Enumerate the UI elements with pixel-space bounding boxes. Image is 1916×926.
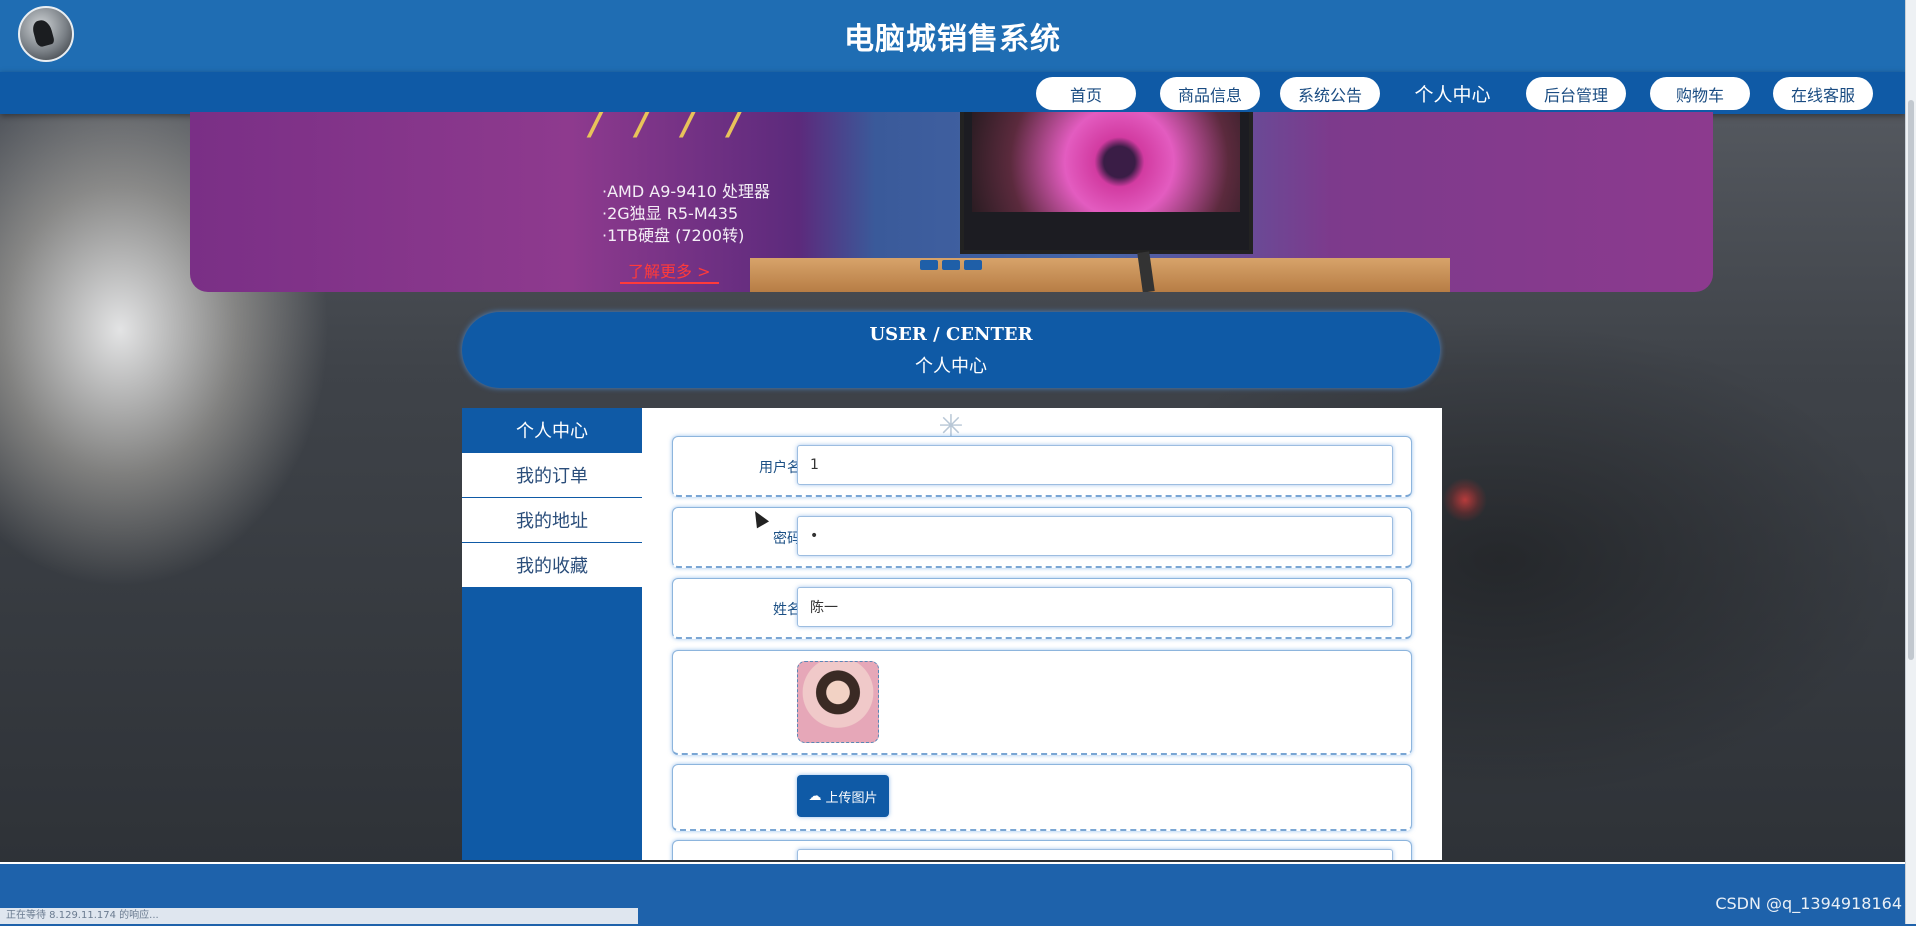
username-row: 用户名 1 [672, 436, 1412, 497]
sidebar-item-favorites[interactable]: 我的收藏 [462, 543, 642, 587]
user-sidebar: 个人中心 我的订单 我的地址 我的收藏 [462, 408, 642, 860]
browser-status-bar: 正在等待 8.129.11.174 的响应... [0, 908, 638, 924]
nav-products[interactable]: 商品信息 [1160, 77, 1260, 110]
carousel-dot[interactable] [920, 260, 938, 270]
nav-cart[interactable]: 购物车 [1650, 77, 1750, 110]
name-row: 姓名 陈一 [672, 578, 1412, 639]
carousel-dot[interactable] [942, 260, 960, 270]
user-center-header: USER / CENTER 个人中心 [462, 312, 1440, 388]
banner-spec-gpu: ·2G独显 R5-M435 [602, 204, 739, 223]
banner-desk [750, 258, 1450, 292]
password-label: 密码 [773, 531, 801, 547]
sidebar-item-addresses[interactable]: 我的地址 [462, 498, 642, 542]
sidebar-item-user-center[interactable]: 个人中心 [462, 408, 642, 452]
profile-form: ✳ 用户名 1 密码 • 姓名 陈一 ☁ 上传图片 [642, 408, 1442, 860]
avatar-image [797, 661, 879, 743]
upload-row: ☁ 上传图片 [672, 764, 1412, 831]
user-center-title-en: USER / CENTER [869, 324, 1033, 345]
top-header: 电脑城销售系统 [0, 0, 1905, 72]
nav-admin[interactable]: 后台管理 [1526, 77, 1626, 110]
name-input[interactable]: 陈一 [797, 587, 1393, 627]
nav-user-center[interactable]: 个人中心 [1400, 77, 1505, 110]
banner-spec-hdd: ·1TB硬盘 (7200转) [602, 226, 745, 245]
sidebar-item-orders[interactable]: 我的订单 [462, 453, 642, 497]
name-label: 姓名 [773, 602, 801, 618]
main-navigation: 首页 商品信息 系统公告 个人中心 后台管理 购物车 在线客服 [0, 72, 1905, 114]
upload-image-button[interactable]: ☁ 上传图片 [797, 775, 889, 817]
password-input[interactable]: • [797, 516, 1393, 556]
csdn-watermark: CSDN @q_1394918164 [1715, 894, 1902, 913]
avatar-row [672, 650, 1412, 755]
nav-home[interactable]: 首页 [1036, 77, 1136, 110]
next-field-input[interactable] [797, 849, 1393, 860]
nav-announcements[interactable]: 系统公告 [1280, 77, 1380, 110]
user-center-title-cn: 个人中心 [915, 356, 987, 377]
nav-online-service[interactable]: 在线客服 [1773, 77, 1873, 110]
promo-banner[interactable]: / / / / ·AMD A9-9410 处理器 ·2G独显 R5-M435 ·… [190, 112, 1713, 292]
username-label: 用户名 [759, 460, 801, 476]
site-title: 电脑城销售系统 [844, 22, 1061, 57]
password-row: 密码 • [672, 507, 1412, 568]
banner-more-link[interactable]: 了解更多 > [620, 258, 719, 284]
page-scrollbar[interactable] [1905, 0, 1916, 924]
carousel-indicators [920, 260, 982, 270]
cloud-upload-icon: ☁ [808, 788, 822, 804]
next-field-row [672, 840, 1412, 860]
scrollbar-thumb[interactable] [1908, 100, 1914, 660]
banner-spec-cpu: ·AMD A9-9410 处理器 [602, 182, 770, 201]
flower-image [972, 112, 1240, 212]
banner-monitor-image [960, 112, 1253, 254]
upload-button-label: 上传图片 [825, 790, 878, 806]
banner-title-decoration: / / / / [590, 112, 752, 144]
username-input[interactable]: 1 [797, 445, 1393, 485]
carousel-dot[interactable] [964, 260, 982, 270]
